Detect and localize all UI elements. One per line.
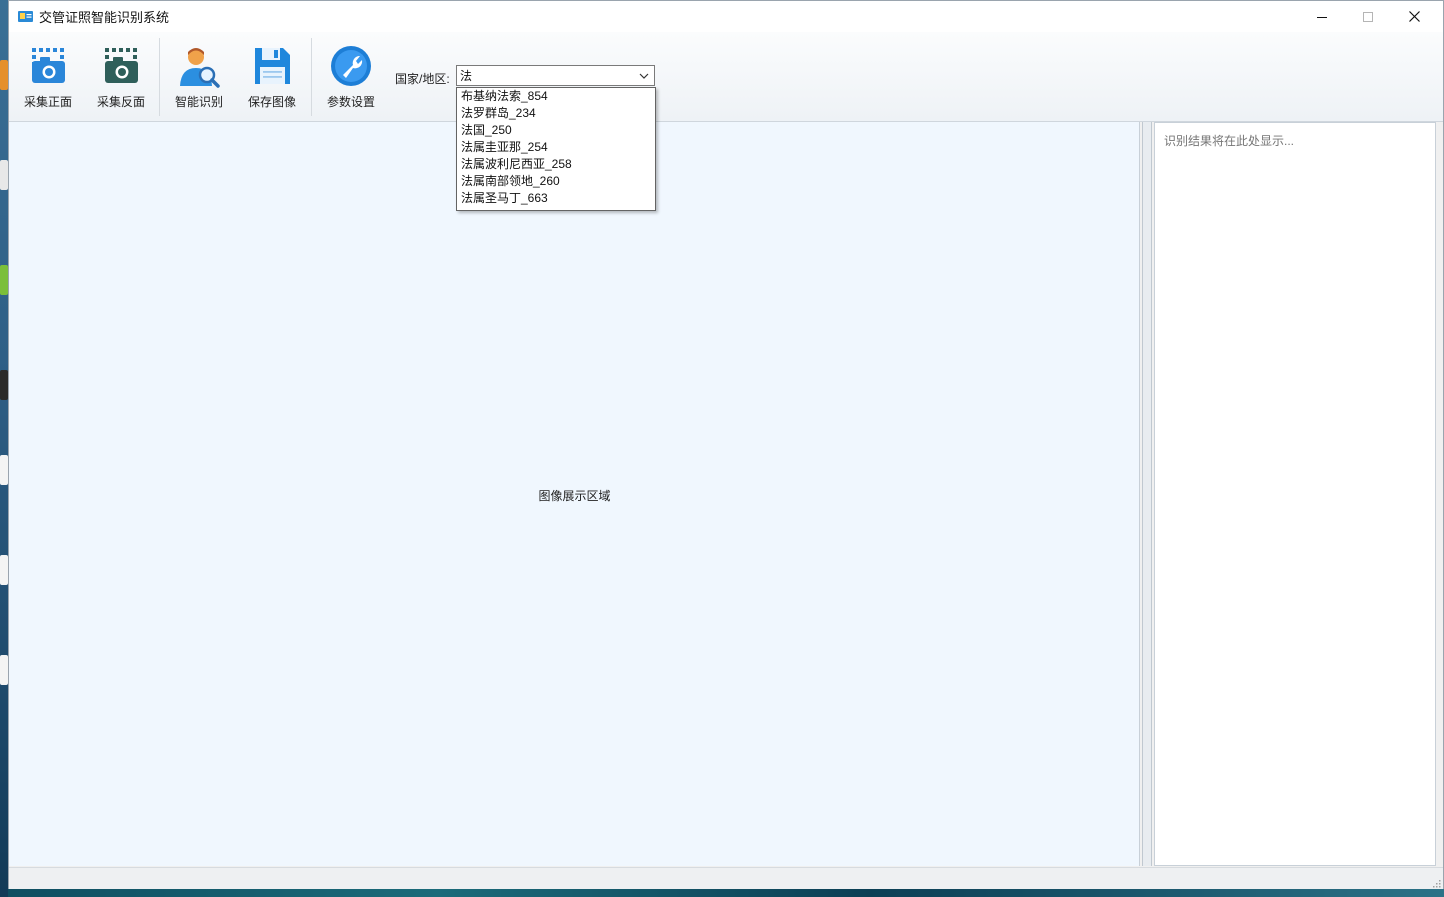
desktop-icon [0, 265, 8, 295]
region-option[interactable]: 布基纳法索_854 [457, 88, 655, 105]
smart-recognize-label: 智能识别 [174, 95, 223, 109]
region-option[interactable]: 法属波利尼西亚_258 [457, 156, 655, 173]
person-search-icon [177, 44, 221, 88]
region-option[interactable]: 法国_250 [457, 122, 655, 139]
resize-grip-icon[interactable] [1431, 877, 1441, 888]
save-image-button[interactable]: 保存图像 [239, 32, 305, 121]
maximize-icon [1363, 11, 1373, 22]
app-logo-icon [18, 11, 33, 22]
title-bar: 交管证照智能识别系统 [9, 1, 1443, 32]
camera-front-icon [26, 44, 70, 88]
region-input[interactable] [460, 68, 630, 83]
panel-splitter[interactable] [1142, 122, 1152, 866]
region-option[interactable]: 法罗群岛_234 [457, 105, 655, 122]
region-combobox[interactable] [456, 65, 655, 86]
minimize-button[interactable] [1299, 1, 1345, 32]
desktop-background-bottom [8, 889, 1444, 897]
minimize-icon [1317, 16, 1327, 18]
smart-recognize-button[interactable]: 智能识别 [166, 32, 232, 121]
desktop-icon [0, 655, 8, 685]
toolbar: 采集正面 采集反面 智能识别 保存图像 参数设置 国家/地区: 法 [9, 32, 1443, 122]
image-placeholder-text: 图像展示区域 [538, 489, 611, 503]
desktop-icon [0, 455, 8, 485]
region-option[interactable]: 法属圣马丁_663 [457, 190, 655, 207]
capture-front-label: 采集正面 [23, 95, 72, 109]
desktop-icon [0, 160, 8, 190]
camera-back-icon [99, 44, 143, 88]
desktop-icon [0, 555, 8, 585]
desktop-icon [0, 370, 8, 400]
chevron-down-icon[interactable] [637, 69, 651, 83]
close-icon [1408, 11, 1420, 22]
image-display-area: 图像展示区域 [9, 122, 1140, 866]
close-button[interactable] [1391, 1, 1437, 32]
region-option[interactable]: 法属圭亚那_254 [457, 139, 655, 156]
wrench-settings-icon [329, 44, 373, 88]
floppy-save-icon [250, 44, 294, 88]
toolbar-separator [159, 38, 160, 116]
app-window: 交管证照智能识别系统 采集正面 采集反面 智能识别 保存图像 参数设置 国家/地… [8, 0, 1444, 889]
region-label: 国家/地区: [395, 72, 450, 86]
result-panel [1154, 122, 1436, 866]
capture-front-button[interactable]: 采集正面 [15, 32, 81, 121]
capture-back-label: 采集反面 [96, 95, 145, 109]
window-title: 交管证照智能识别系统 [39, 10, 170, 25]
settings-button[interactable]: 参数设置 [318, 32, 384, 121]
region-option[interactable]: 法属南部领地_260 [457, 173, 655, 190]
capture-back-button[interactable]: 采集反面 [88, 32, 154, 121]
maximize-button[interactable] [1345, 1, 1391, 32]
status-bar [9, 867, 1443, 889]
settings-label: 参数设置 [326, 95, 375, 109]
save-image-label: 保存图像 [247, 95, 296, 109]
toolbar-separator [311, 38, 312, 116]
result-textbox[interactable] [1164, 132, 1424, 160]
desktop-background-strip [0, 0, 8, 897]
desktop-icon [0, 60, 8, 90]
region-dropdown-list: 布基纳法索_854 法罗群岛_234 法国_250 法属圭亚那_254 法属波利… [456, 87, 656, 211]
